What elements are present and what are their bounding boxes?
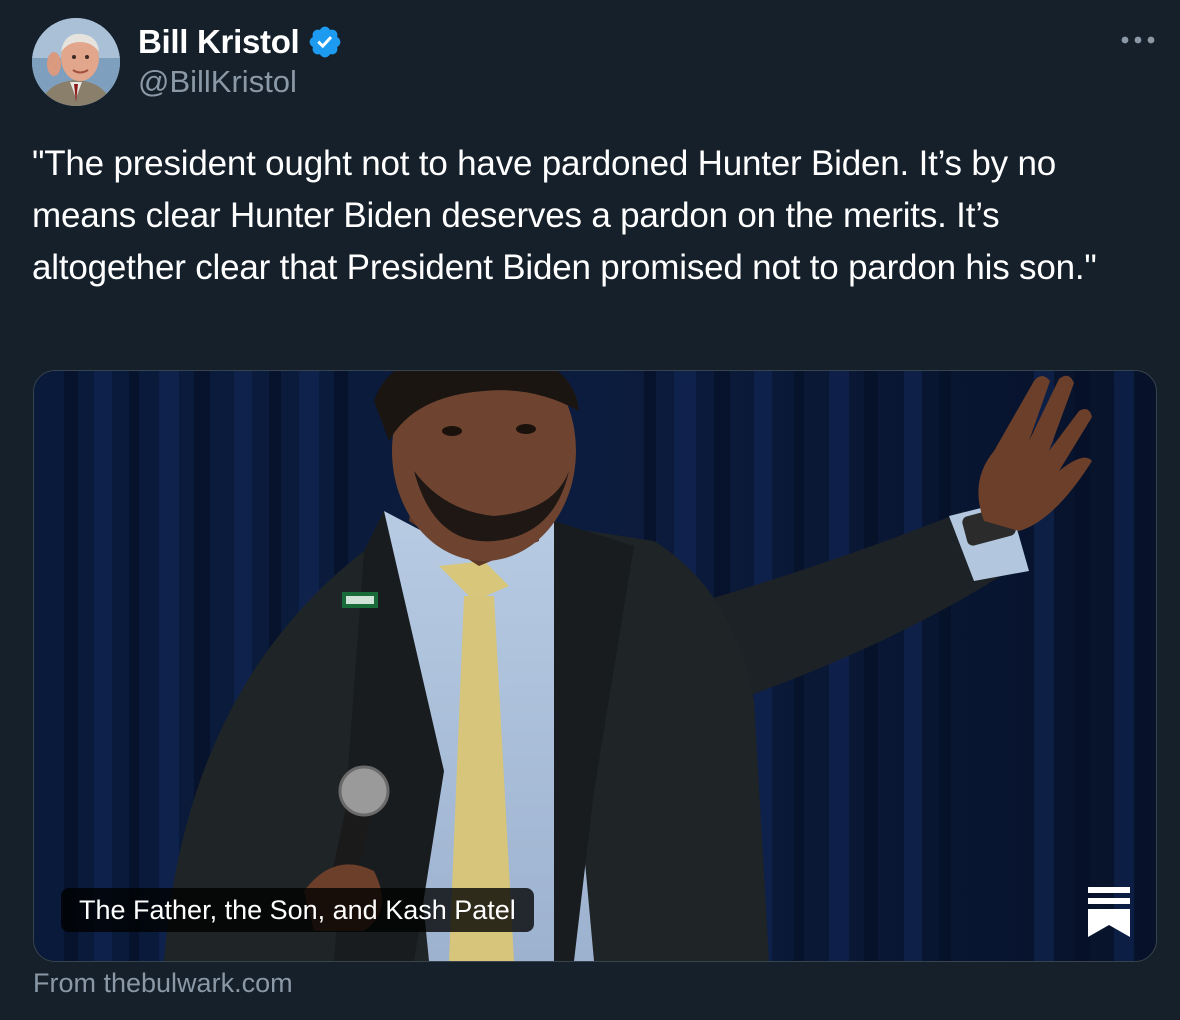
card-title: The Father, the Son, and Kash Patel [61, 888, 534, 932]
author-name-row: Bill Kristol [138, 20, 343, 64]
author-handle[interactable]: @BillKristol [138, 64, 297, 100]
avatar[interactable] [32, 18, 120, 106]
more-options-button[interactable] [1116, 22, 1160, 58]
card-photo [34, 371, 1156, 961]
display-name[interactable]: Bill Kristol [138, 23, 300, 61]
tweet-text: "The president ought not to have pardone… [32, 144, 1097, 287]
verified-badge-icon [310, 26, 341, 58]
link-card[interactable]: The Father, the Son, and Kash Patel [33, 370, 1157, 962]
substack-bookmark-icon [1088, 887, 1130, 937]
card-source[interactable]: From thebulwark.com [33, 968, 293, 999]
more-options-icon [1121, 36, 1155, 44]
tweet: Bill Kristol @BillKristol "The president… [0, 0, 1180, 1020]
avatar-photo-icon [32, 18, 120, 106]
